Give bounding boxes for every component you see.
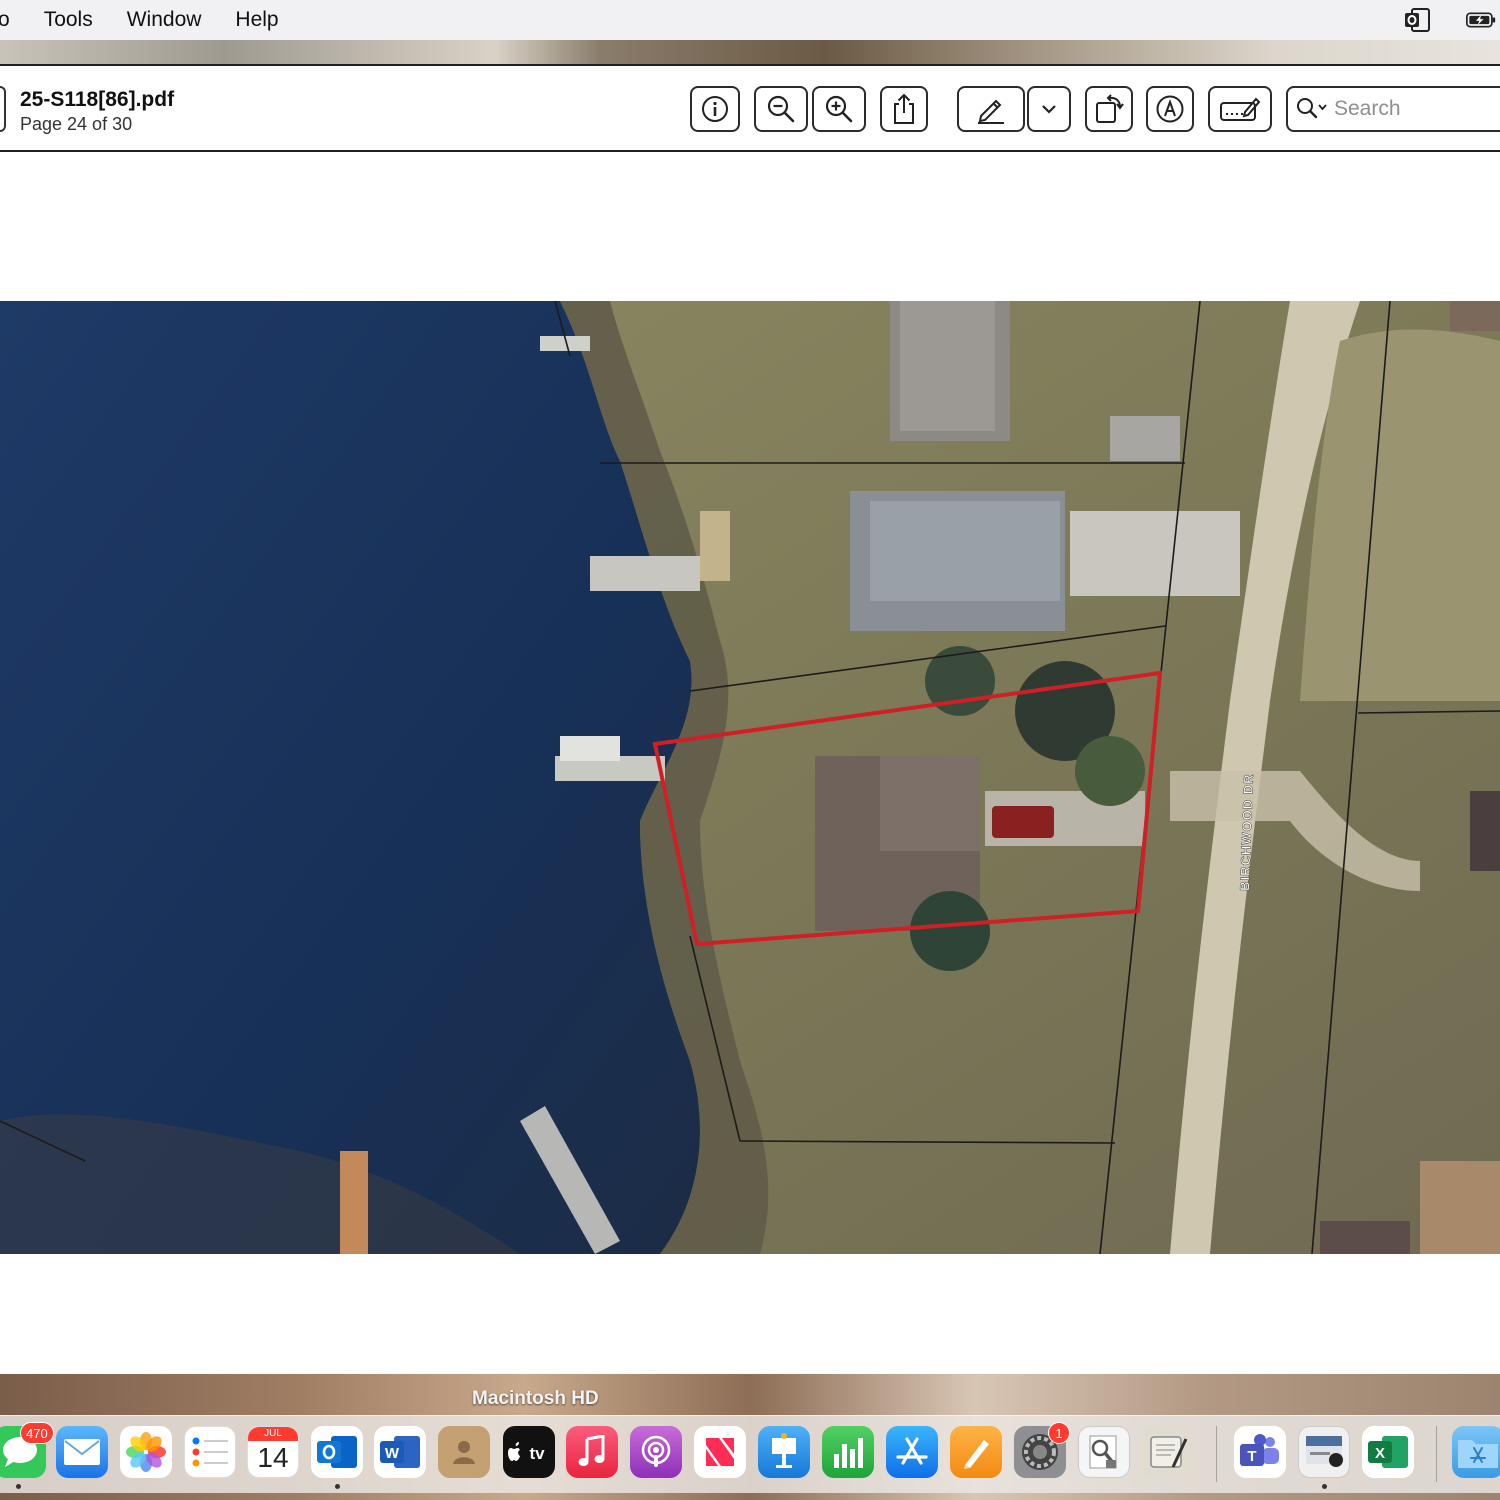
document-title: 25-S118[86].pdf <box>20 88 175 111</box>
menu-item-go[interactable]: o <box>0 8 10 32</box>
preview-toolbar: 25-S118[86].pdf Page 24 of 30 Search <box>0 64 1500 152</box>
zoom-in-icon <box>825 95 853 123</box>
photos-icon <box>126 1432 166 1472</box>
settings-badge: 1 <box>1048 1422 1070 1444</box>
excel-icon: X <box>1368 1436 1408 1468</box>
reminders-icon <box>192 1437 228 1467</box>
desktop-background <box>0 40 1500 64</box>
search-icon <box>1297 98 1327 119</box>
search-placeholder: Search <box>1334 97 1401 120</box>
dock-contacts[interactable] <box>438 1426 490 1478</box>
annotate-button[interactable] <box>1146 86 1194 132</box>
markup-pen-icon <box>978 99 1004 124</box>
zoom-in-button[interactable] <box>812 86 866 132</box>
dock-podcasts[interactable] <box>630 1426 682 1478</box>
form-fill-icon <box>1220 97 1261 121</box>
dock-preview[interactable] <box>1078 1426 1130 1478</box>
running-indicator <box>1322 1484 1327 1489</box>
dock-tv[interactable]: tv <box>503 1426 555 1478</box>
markup-pen-button[interactable] <box>957 86 1025 132</box>
folder-icon <box>1458 1440 1498 1468</box>
dock-word[interactable]: W <box>374 1426 426 1478</box>
rotate-button[interactable] <box>1085 86 1133 132</box>
zoom-out-icon <box>767 95 795 123</box>
teams-icon: T <box>1240 1434 1279 1466</box>
menu-item-tools[interactable]: Tools <box>44 8 93 32</box>
running-indicator <box>335 1484 340 1489</box>
menu-bar: o Tools Window Help <box>0 0 1500 40</box>
news-icon <box>706 1438 734 1466</box>
zoom-out-button[interactable] <box>754 86 808 132</box>
search-field[interactable]: Search <box>1286 86 1500 132</box>
rotate-icon <box>1096 94 1124 123</box>
svg-text:X: X <box>1375 1445 1385 1462</box>
word-icon: W <box>380 1436 420 1468</box>
dock-separator <box>1436 1426 1437 1482</box>
calendar-day: 14 <box>257 1442 289 1473</box>
dock-teams[interactable]: T <box>1234 1426 1286 1478</box>
apple-tv-icon: tv <box>508 1442 545 1463</box>
app-store-icon <box>896 1437 928 1465</box>
keynote-icon <box>772 1433 796 1468</box>
music-icon <box>578 1435 605 1466</box>
contacts-icon <box>453 1441 475 1464</box>
dock-preview-document[interactable] <box>1298 1426 1350 1478</box>
dock-news[interactable] <box>694 1426 746 1478</box>
document-thumbnail-icon <box>1306 1436 1343 1467</box>
menu-item-help[interactable]: Help <box>235 8 278 32</box>
menu-bar-extras <box>1402 0 1500 40</box>
dock-photos[interactable] <box>120 1426 172 1478</box>
dock-excel[interactable]: X <box>1362 1426 1414 1478</box>
share-icon <box>894 93 914 124</box>
preview-icon <box>1089 1435 1117 1469</box>
dock-app-store[interactable] <box>886 1426 938 1478</box>
form-fill-button[interactable] <box>1208 86 1272 132</box>
messages-badge: 470 <box>20 1422 54 1444</box>
dock-applications-folder[interactable] <box>1452 1426 1500 1478</box>
page-indicator: Page 24 of 30 <box>20 114 133 134</box>
screen: { "menubar": { "items": ["o", "Tools", "… <box>0 0 1500 1500</box>
dock: 470 JUL 14 W tv 1 T X <box>0 1415 1500 1493</box>
outlook-status-icon[interactable] <box>1402 7 1432 33</box>
calendar-month: JUL <box>248 1427 298 1441</box>
macintosh-hd-label[interactable]: Macintosh HD <box>472 1388 599 1410</box>
menu-item-window[interactable]: Window <box>127 8 202 32</box>
info-icon <box>702 96 728 122</box>
battery-icon[interactable] <box>1466 7 1496 33</box>
dock-reminders[interactable] <box>184 1426 236 1478</box>
dock-music[interactable] <box>566 1426 618 1478</box>
mail-icon <box>64 1439 100 1465</box>
dock-calendar[interactable]: JUL 14 <box>247 1426 299 1478</box>
script-editor-icon <box>1150 1436 1188 1468</box>
dock-numbers[interactable] <box>822 1426 874 1478</box>
dock-mail[interactable] <box>56 1426 108 1478</box>
annotate-icon <box>1156 95 1184 123</box>
dock-pages[interactable] <box>950 1426 1002 1478</box>
share-button[interactable] <box>880 86 928 132</box>
aerial-parcel-map: BIRCHWOOD DR <box>0 301 1500 1254</box>
svg-text:W: W <box>385 1445 400 1462</box>
chevron-down-icon <box>1042 105 1056 114</box>
pages-icon <box>964 1440 989 1469</box>
outlook-icon <box>317 1436 357 1468</box>
dock-script-editor[interactable] <box>1142 1426 1194 1478</box>
podcasts-icon <box>641 1435 671 1467</box>
info-button[interactable] <box>690 86 740 132</box>
svg-text:tv: tv <box>529 1444 545 1463</box>
numbers-icon <box>834 1438 863 1468</box>
sidebar-toggle[interactable] <box>0 86 6 132</box>
running-indicator <box>16 1484 21 1489</box>
parked-car <box>992 806 1054 838</box>
dock-keynote[interactable] <box>758 1426 810 1478</box>
aerial-map-image: BIRCHWOOD DR <box>0 301 1500 1254</box>
markup-menu-button[interactable] <box>1027 86 1071 132</box>
dock-outlook[interactable] <box>311 1426 363 1478</box>
dock-separator <box>1216 1426 1217 1482</box>
svg-text:T: T <box>1247 1448 1256 1465</box>
